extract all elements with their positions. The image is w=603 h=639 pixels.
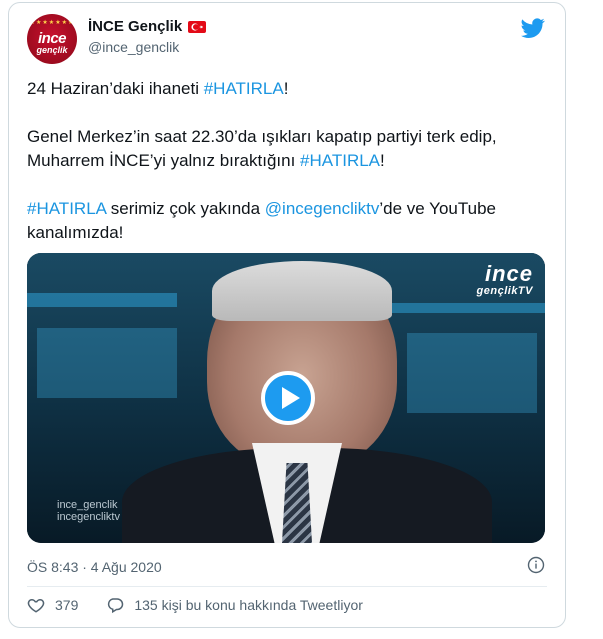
twitter-icon[interactable] bbox=[521, 16, 545, 40]
play-button[interactable] bbox=[261, 371, 315, 425]
tweet-timestamp[interactable]: ÖS 8:43 · 4 Ağu 2020 bbox=[27, 559, 162, 575]
studio-screen bbox=[407, 333, 537, 413]
avatar-text-genclik: gençlik bbox=[36, 45, 68, 55]
like-count: 379 bbox=[55, 597, 79, 613]
studio-screen bbox=[37, 328, 177, 398]
tweet-actions: 379 135 kişi bu konu hakkında Tweetliyor bbox=[27, 596, 391, 614]
author-handle[interactable]: @ince_genclik bbox=[88, 39, 179, 55]
video-watermark-handles: ince_genclik incegencliktv bbox=[57, 499, 120, 523]
tweet-paragraph-1: 24 Haziran’daki ihaneti #HATIRLA! bbox=[27, 79, 289, 98]
author-name-row[interactable]: İNCE Gençlik bbox=[88, 18, 207, 35]
discussion-button[interactable]: 135 kişi bu konu hakkında Tweetliyor bbox=[106, 596, 363, 614]
display-name[interactable]: İNCE Gençlik bbox=[88, 18, 182, 35]
hashtag-link[interactable]: #HATIRLA bbox=[300, 151, 380, 170]
tweet-paragraph-2: Genel Merkez’in saat 22.30’da ışıkları k… bbox=[27, 127, 497, 170]
video-watermark-logo: ince gençlikTV bbox=[476, 261, 533, 298]
tweet-card: ★★★★★★★ ince gençlik İNCE Gençlik @ince_… bbox=[8, 2, 566, 628]
hashtag-link[interactable]: #HATIRLA bbox=[204, 79, 284, 98]
studio-light bbox=[27, 293, 177, 307]
play-icon bbox=[282, 387, 300, 409]
mention-link[interactable]: @incegencliktv bbox=[265, 199, 380, 218]
avatar-stars: ★★★★★★★ bbox=[29, 20, 75, 26]
avatar[interactable]: ★★★★★★★ ince gençlik bbox=[27, 14, 77, 64]
person-hair bbox=[212, 261, 392, 321]
tweet-paragraph-3: #HATIRLA serimiz çok yakında @incegencli… bbox=[27, 199, 496, 242]
discussion-text: 135 kişi bu konu hakkında Tweetliyor bbox=[134, 597, 363, 613]
reply-icon bbox=[108, 598, 124, 614]
studio-light bbox=[387, 303, 545, 313]
hashtag-link[interactable]: #HATIRLA bbox=[27, 199, 106, 218]
info-icon[interactable] bbox=[527, 556, 545, 574]
like-button[interactable]: 379 bbox=[27, 596, 78, 614]
heart-icon bbox=[27, 598, 45, 613]
person-tie bbox=[282, 463, 312, 543]
video-player[interactable]: ince gençlikTV ince_genclik incegenclikt… bbox=[27, 253, 545, 543]
divider bbox=[27, 586, 547, 587]
turkey-flag-icon bbox=[188, 20, 207, 33]
tweet-text: 24 Haziran’daki ihaneti #HATIRLA! Genel … bbox=[27, 77, 552, 269]
